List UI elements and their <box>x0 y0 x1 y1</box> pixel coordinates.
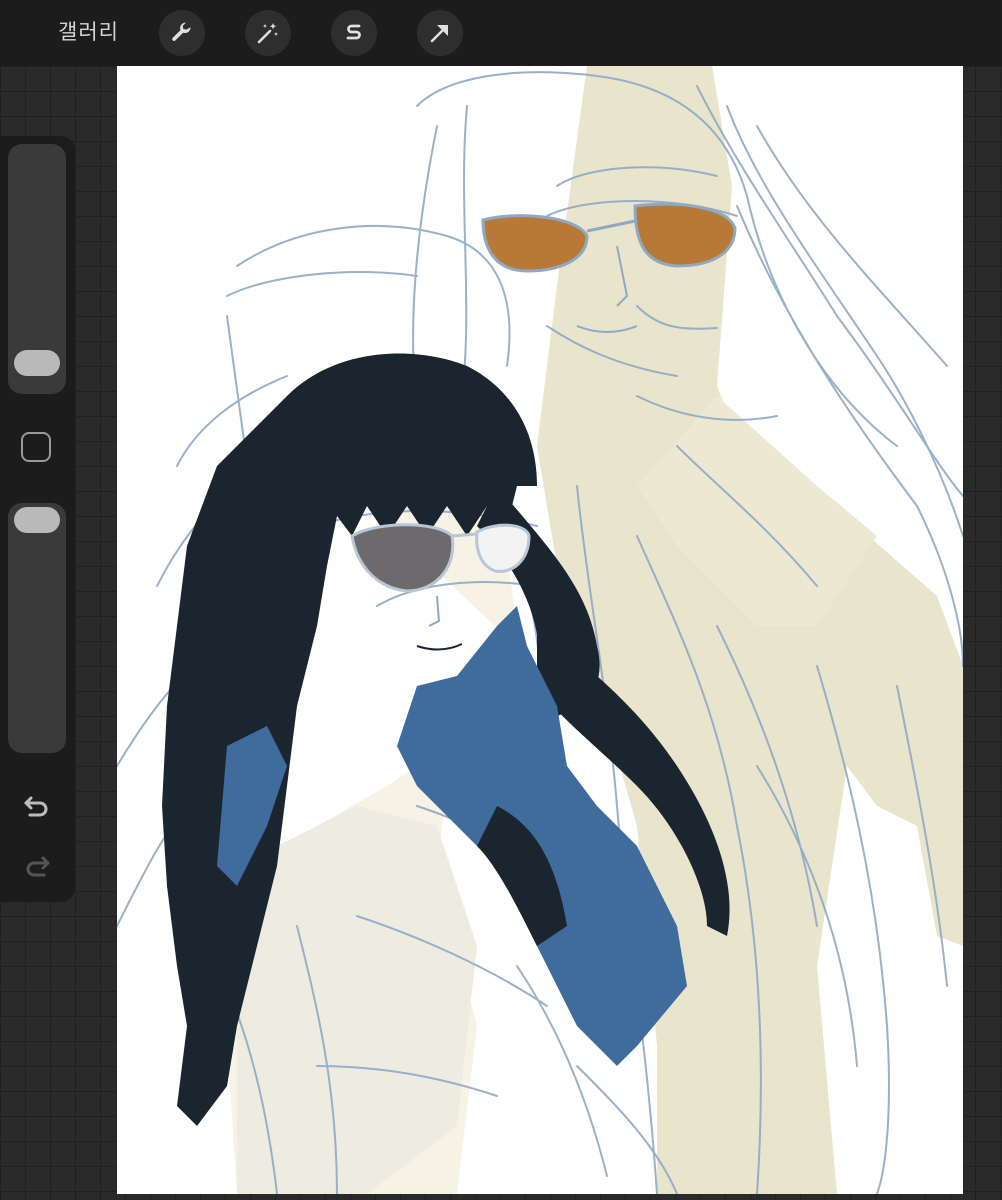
opacity-thumb[interactable] <box>14 507 60 533</box>
redo-icon[interactable] <box>22 850 52 884</box>
adjustments-button[interactable] <box>245 10 291 56</box>
transform-button[interactable] <box>417 10 463 56</box>
gallery-button[interactable]: 갤러리 <box>58 14 119 50</box>
actions-button[interactable] <box>159 10 205 56</box>
undo-icon[interactable] <box>22 790 52 824</box>
brush-size-slider[interactable] <box>8 144 66 394</box>
left-sidebar <box>0 136 75 902</box>
artwork <box>117 66 963 1194</box>
drawing-canvas[interactable] <box>117 66 963 1194</box>
brush-size-thumb[interactable] <box>14 350 60 376</box>
modify-square-button[interactable] <box>21 432 51 462</box>
top-toolbar: 갤러리 <box>0 0 1002 66</box>
opacity-slider[interactable] <box>8 503 66 753</box>
selection-button[interactable] <box>331 10 377 56</box>
